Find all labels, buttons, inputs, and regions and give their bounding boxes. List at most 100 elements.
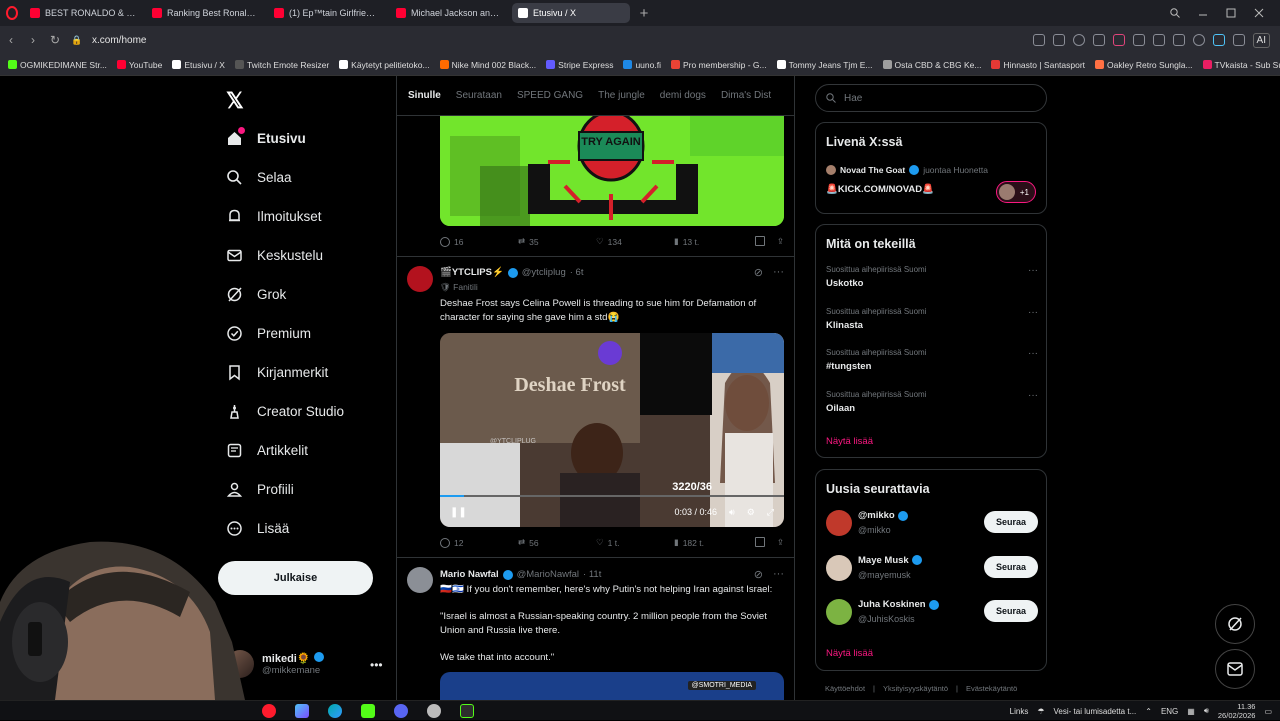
- reply-button[interactable]: 12: [440, 537, 518, 548]
- trend-item[interactable]: Suosittua aihepiirissä Suomi Oilaan ···: [826, 390, 1038, 414]
- bookmark-item[interactable]: Stripe Express: [546, 60, 613, 70]
- reply-button[interactable]: 16: [440, 236, 518, 247]
- follow-suggestion[interactable]: @mikko @mikko Seuraa: [826, 508, 1038, 540]
- bookmark-item[interactable]: OGMIKEDIMANE Str...: [8, 60, 107, 70]
- browser-tab[interactable]: Etusivu / X: [512, 3, 630, 23]
- maximize-icon[interactable]: [1226, 8, 1236, 18]
- tweet-time[interactable]: · 6t: [570, 267, 584, 278]
- grok-fab[interactable]: [1215, 604, 1255, 644]
- views-button[interactable]: ▮ 182 t.: [674, 537, 752, 548]
- trend-more-icon[interactable]: ···: [1028, 348, 1038, 359]
- grok-icon[interactable]: ⊘: [754, 266, 763, 279]
- tweet-more-icon[interactable]: ···: [773, 266, 784, 279]
- kick-taskbar-icon[interactable]: [361, 703, 375, 718]
- network-icon[interactable]: ▦: [1187, 707, 1195, 716]
- bookmark-item[interactable]: Pro membership - G...: [670, 60, 767, 70]
- nav-item-keskustelu[interactable]: Keskustelu: [226, 247, 323, 264]
- nav-item-artikkelit[interactable]: Artikkelit: [226, 442, 308, 459]
- follow-button[interactable]: Seuraa: [984, 555, 1038, 578]
- forward-icon[interactable]: ›: [22, 33, 44, 47]
- bookmark-item[interactable]: Twitch Emote Resizer: [234, 60, 329, 70]
- links-toolbar[interactable]: Links: [1010, 707, 1029, 716]
- camera-icon[interactable]: [1052, 34, 1065, 46]
- avatar[interactable]: [407, 567, 433, 593]
- footer-link[interactable]: Yksityisyyskäytäntö: [883, 684, 948, 693]
- bookmark-item[interactable]: Oakley Retro Sungla...: [1095, 60, 1193, 70]
- bookmark-icon[interactable]: [754, 236, 765, 246]
- nav-item-selaa[interactable]: Selaa: [226, 169, 292, 186]
- timeline-tab[interactable]: demi dogs: [660, 90, 706, 101]
- trend-more-icon[interactable]: ···: [1028, 390, 1038, 401]
- fullscreen-icon[interactable]: ⤢: [767, 507, 774, 518]
- volume-icon[interactable]: 🔊︎: [1204, 706, 1209, 716]
- streamlabs-taskbar-icon[interactable]: [460, 703, 474, 718]
- suggestion-handle[interactable]: @mikko: [858, 525, 891, 535]
- retweet-button[interactable]: ⇄ 35: [518, 236, 596, 247]
- share-icon[interactable]: ⇪: [777, 537, 784, 548]
- timeline-tab[interactable]: The jungle: [598, 90, 645, 101]
- reload-icon[interactable]: ↻: [44, 33, 66, 47]
- views-button[interactable]: ▮ 13 t.: [674, 236, 752, 247]
- avatar[interactable]: [826, 510, 852, 536]
- share-icon[interactable]: ⇪: [777, 236, 784, 247]
- like-button[interactable]: ♡ 134: [596, 236, 674, 247]
- x-logo-icon[interactable]: 𝕏: [226, 88, 244, 114]
- app-taskbar-icon[interactable]: [295, 703, 309, 718]
- heart-icon[interactable]: [1112, 34, 1125, 46]
- nav-item-etusivu[interactable]: Etusivu: [226, 127, 306, 147]
- suggestion-name[interactable]: Maye Musk: [858, 555, 922, 566]
- tweet-media-image[interactable]: TRY AGAIN: [440, 116, 784, 226]
- follow-button[interactable]: Seuraa: [984, 600, 1038, 622]
- browser-tab[interactable]: (1) Ep™tain Girlfriends twe: [268, 3, 386, 23]
- browser-tab[interactable]: Ranking Best Ronaldo & M: [146, 3, 264, 23]
- wallet-icon[interactable]: [1132, 34, 1145, 46]
- account-more-icon[interactable]: •••: [370, 658, 383, 672]
- extension-icon[interactable]: [1212, 34, 1225, 46]
- snapshot-icon[interactable]: [1032, 34, 1045, 46]
- vpn-icon[interactable]: [1072, 34, 1085, 46]
- nav-item-premium[interactable]: Premium: [226, 325, 311, 342]
- suggestion-name[interactable]: @mikko: [858, 510, 908, 521]
- trend-item[interactable]: Suosittua aihepiirissä Suomi Klinasta ···: [826, 307, 1038, 331]
- bookmark-item[interactable]: uuno.fi: [623, 60, 661, 70]
- timeline-tab[interactable]: Sinulle: [408, 90, 441, 101]
- search-input[interactable]: Hae: [815, 84, 1047, 112]
- bookmark-item[interactable]: YouTube: [116, 60, 162, 70]
- back-icon[interactable]: ‹: [0, 33, 22, 47]
- bookmark-icon[interactable]: [754, 537, 765, 547]
- suggestion-name[interactable]: Juha Koskinen: [858, 599, 939, 610]
- tweet-author-handle[interactable]: @MarioNawfal: [517, 569, 579, 580]
- weather-text[interactable]: Vesi- tai lumisadetta t...: [1054, 707, 1137, 716]
- tweet-media-image[interactable]: @SMOTRI_MEDIA: [440, 672, 784, 700]
- nav-item-grok[interactable]: Grok: [226, 286, 286, 303]
- chevron-up-icon[interactable]: ⌃: [1145, 707, 1152, 716]
- bookmark-item[interactable]: Käytetyt pelitietoko...: [339, 60, 430, 70]
- suggestion-handle[interactable]: @JuhisKoskis: [858, 614, 915, 624]
- live-stream-title[interactable]: 🚨KICK.COM/NOVAD🚨: [826, 184, 934, 195]
- edge-taskbar-icon[interactable]: [328, 703, 342, 718]
- timeline-tab[interactable]: SPEED GANG: [517, 90, 583, 101]
- browser-tab[interactable]: BEST RONALDO & MESSI: [24, 3, 142, 23]
- weather-icon[interactable]: ☂: [1037, 707, 1044, 716]
- trend-more-icon[interactable]: ···: [1028, 265, 1038, 276]
- settings-icon[interactable]: ⚙: [747, 507, 755, 518]
- language-indicator[interactable]: ENG: [1161, 707, 1178, 716]
- aria-ai-button[interactable]: AI: [1252, 32, 1270, 48]
- close-icon[interactable]: [1254, 8, 1264, 18]
- cube-icon[interactable]: [1232, 34, 1245, 46]
- bookmark-item[interactable]: Hinnasto | Santasport: [991, 60, 1085, 70]
- bookmark-item[interactable]: Nike Mind 002 Black...: [439, 60, 536, 70]
- pause-icon[interactable]: ❚❚: [450, 507, 467, 518]
- show-more-link[interactable]: Näytä lisää: [826, 648, 873, 659]
- messages-fab[interactable]: [1215, 649, 1255, 689]
- volume-icon[interactable]: 🔊︎: [729, 507, 735, 518]
- discord-taskbar-icon[interactable]: [394, 703, 408, 718]
- url-field[interactable]: x.com/home: [92, 35, 146, 46]
- tweet-author-name[interactable]: 🎬YTCLIPS⚡: [440, 267, 504, 278]
- tweet-time[interactable]: · 11t: [583, 569, 601, 580]
- footer-link[interactable]: Käyttöehdot: [825, 684, 865, 693]
- notifications-icon[interactable]: ▭: [1264, 707, 1272, 716]
- bookmark-item[interactable]: Etusivu / X: [172, 60, 225, 70]
- live-host[interactable]: Novad The Goat juontaa Huonetta: [826, 165, 988, 175]
- timeline-tab[interactable]: Dima's Dist: [721, 90, 771, 101]
